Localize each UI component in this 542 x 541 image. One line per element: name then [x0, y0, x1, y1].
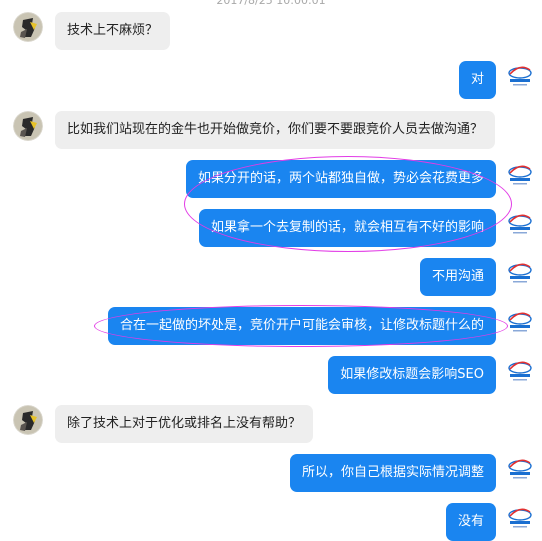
message-row: 比如我们站现在的金牛也开始做竞价，你们要不要跟竞价人员去做沟通？ [0, 111, 542, 149]
message-row: 没有 [0, 503, 542, 541]
brand-logo-icon[interactable] [505, 209, 535, 239]
message-row: 如果修改标题会影响SEO [0, 356, 542, 394]
message-bubble-incoming[interactable]: 比如我们站现在的金牛也开始做竞价，你们要不要跟竞价人员去做沟通？ [55, 111, 496, 149]
message-bubble-incoming[interactable]: 技术上不麻烦？ [55, 12, 171, 50]
message-row: 技术上不麻烦？ [0, 12, 542, 50]
message-bubble-outgoing[interactable]: 对 [458, 61, 496, 99]
brand-logo-icon[interactable] [505, 503, 535, 533]
user-avatar-icon[interactable] [13, 111, 43, 141]
message-bubble-incoming[interactable]: 除了技术上对于优化或排名上没有帮助？ [55, 405, 314, 443]
highlight-ellipse [184, 156, 512, 252]
message-row: 不用沟通 [0, 258, 542, 296]
brand-logo-icon[interactable] [505, 454, 535, 484]
message-bubble-outgoing[interactable]: 如果修改标题会影响SEO [328, 356, 496, 394]
message-row: 对 [0, 61, 542, 99]
brand-logo-icon[interactable] [505, 258, 535, 288]
message-row: 所以，你自己根据实际情况调整 [0, 454, 542, 492]
message-row: 除了技术上对于优化或排名上没有帮助？ [0, 405, 542, 443]
user-avatar-icon[interactable] [13, 12, 43, 42]
message-bubble-outgoing[interactable]: 没有 [445, 503, 496, 541]
brand-logo-icon[interactable] [505, 356, 535, 386]
highlight-ellipse [94, 305, 508, 347]
brand-logo-icon[interactable] [505, 61, 535, 91]
chat-timestamp: 2017/8/25 10:00:01 [216, 0, 326, 7]
message-bubble-outgoing[interactable]: 所以，你自己根据实际情况调整 [289, 454, 496, 492]
message-bubble-outgoing[interactable]: 不用沟通 [419, 258, 496, 296]
brand-logo-icon[interactable] [505, 160, 535, 190]
brand-logo-icon[interactable] [505, 307, 535, 337]
user-avatar-icon[interactable] [13, 405, 43, 435]
